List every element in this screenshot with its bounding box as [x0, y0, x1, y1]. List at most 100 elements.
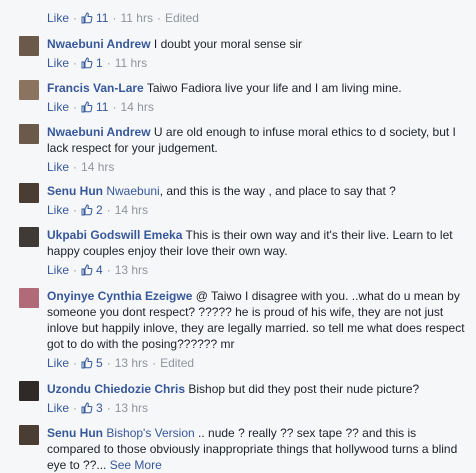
avatar-image: [19, 124, 39, 144]
comment-body: Nwaebuni Andrew I doubt your moral sense…: [47, 36, 467, 52]
avatar-image: [19, 183, 39, 203]
separator-dot: ·: [106, 401, 111, 415]
comment-actions-top: Like · 11 · 11 hrs · Edited: [47, 11, 199, 25]
comment-text: , and this is the way , and place to say…: [159, 184, 396, 198]
timestamp[interactable]: 11 hrs: [120, 11, 152, 25]
comment: Nwaebuni Andrew I doubt your moral sense…: [19, 36, 467, 70]
author-name[interactable]: Ukpabi Godswill Emeka: [47, 228, 182, 242]
separator-dot: ·: [73, 356, 78, 370]
thumbs-up-icon: [81, 204, 93, 216]
avatar-image: [19, 381, 39, 401]
separator-dot: ·: [73, 56, 78, 70]
avatar[interactable]: [19, 425, 39, 445]
like-count[interactable]: 3: [96, 401, 103, 415]
comment-body: Onyinye Cynthia Ezeigwe @ Taiwo I disagr…: [47, 288, 467, 352]
comment: Senu Hun Bishop's Version .. nude ? real…: [19, 425, 467, 473]
comment: Uzondu Chiedozie Chris Bishop but did th…: [19, 381, 467, 415]
mention-link[interactable]: Nwaebuni: [106, 184, 159, 198]
author-name[interactable]: Nwaebuni Andrew: [47, 37, 151, 51]
separator-dot: ·: [106, 263, 111, 277]
comment-actions: Like · 2 · 14 hrs: [47, 203, 467, 217]
timestamp[interactable]: 14 hrs: [81, 160, 114, 174]
separator-dot: ·: [73, 401, 78, 415]
avatar-image: [19, 36, 39, 56]
timestamp[interactable]: 14 hrs: [120, 100, 153, 114]
avatar[interactable]: [19, 227, 39, 247]
author-name[interactable]: Nwaebuni Andrew: [47, 125, 151, 139]
author-name[interactable]: Senu Hun: [47, 426, 103, 440]
comment: Nwaebuni Andrew U are old enough to infu…: [19, 124, 467, 174]
thumbs-up-icon: [81, 402, 93, 414]
like-link[interactable]: Like: [47, 356, 69, 370]
like-count[interactable]: 4: [96, 263, 103, 277]
timestamp[interactable]: 13 hrs: [115, 356, 148, 370]
thumbs-up-icon: [81, 12, 93, 24]
author-name[interactable]: Senu Hun: [47, 184, 103, 198]
comment-body: Francis Van-Lare Taiwo Fadiora live your…: [47, 80, 467, 96]
like-count[interactable]: 1: [96, 56, 103, 70]
like-link[interactable]: Like: [47, 401, 69, 415]
timestamp[interactable]: 13 hrs: [115, 263, 148, 277]
separator-dot: ·: [112, 100, 117, 114]
like-count[interactable]: 2: [96, 203, 103, 217]
edited-label[interactable]: Edited: [160, 356, 194, 370]
separator-dot: ·: [73, 11, 78, 25]
comment: Onyinye Cynthia Ezeigwe @ Taiwo I disagr…: [19, 288, 467, 370]
avatar[interactable]: [19, 288, 39, 308]
comment: Francis Van-Lare Taiwo Fadiora live your…: [19, 80, 467, 114]
like-count[interactable]: 11: [96, 100, 108, 114]
comment-actions: Like · 5 · 13 hrs · Edited: [47, 356, 467, 370]
see-more-link[interactable]: See More: [110, 458, 162, 472]
avatar[interactable]: [19, 124, 39, 144]
mention-link[interactable]: Bishop's Version: [106, 426, 194, 440]
author-name[interactable]: Onyinye Cynthia Ezeigwe: [47, 289, 192, 303]
like-link[interactable]: Like: [47, 56, 69, 70]
avatar[interactable]: [19, 80, 39, 100]
separator-dot: ·: [73, 160, 78, 174]
separator-dot: ·: [73, 263, 78, 277]
comment-text: Bishop but did they post their nude pict…: [188, 382, 420, 396]
thumbs-up-icon: [81, 57, 93, 69]
comment: Ukpabi Godswill Emeka This is their own …: [19, 227, 467, 277]
author-name[interactable]: Francis Van-Lare: [47, 81, 144, 95]
comment-body: Nwaebuni Andrew U are old enough to infu…: [47, 124, 467, 156]
timestamp[interactable]: 14 hrs: [115, 203, 148, 217]
separator-dot: ·: [152, 356, 157, 370]
comment-actions: Like · 1 · 11 hrs: [47, 56, 467, 70]
timestamp[interactable]: 13 hrs: [115, 401, 148, 415]
author-name[interactable]: Uzondu Chiedozie Chris: [47, 382, 185, 396]
avatar-image: [19, 227, 39, 247]
avatar[interactable]: [19, 183, 39, 203]
avatar[interactable]: [19, 36, 39, 56]
thumbs-up-icon: [81, 357, 93, 369]
timestamp[interactable]: 11 hrs: [115, 56, 147, 70]
comment-actions: Like · 4 · 13 hrs: [47, 263, 467, 277]
separator-dot: ·: [106, 356, 111, 370]
avatar[interactable]: [19, 381, 39, 401]
like-link[interactable]: Like: [47, 203, 69, 217]
avatar-image: [19, 288, 39, 308]
comment-actions: Like · 3 · 13 hrs: [47, 401, 467, 415]
comment-body: Uzondu Chiedozie Chris Bishop but did th…: [47, 381, 467, 397]
like-link[interactable]: Like: [47, 160, 69, 174]
avatar-image: [19, 80, 39, 100]
separator-dot: ·: [156, 11, 161, 25]
comment-text: Taiwo Fadiora live your life and I am li…: [146, 81, 402, 95]
thumbs-up-icon: [81, 264, 93, 276]
comment-actions: Like · 14 hrs: [47, 160, 467, 174]
thumbs-up-icon: [81, 101, 93, 113]
like-link[interactable]: Like: [47, 11, 69, 25]
comment-body: Senu Hun Nwaebuni, and this is the way ,…: [47, 183, 467, 199]
separator-dot: ·: [73, 100, 78, 114]
edited-label[interactable]: Edited: [165, 11, 199, 25]
comment-body: Ukpabi Godswill Emeka This is their own …: [47, 227, 467, 259]
like-link[interactable]: Like: [47, 263, 69, 277]
like-link[interactable]: Like: [47, 100, 69, 114]
separator-dot: ·: [73, 203, 78, 217]
like-count[interactable]: 11: [96, 11, 108, 25]
comment-text: I doubt your moral sense sir: [153, 37, 302, 51]
comment: Senu Hun Nwaebuni, and this is the way ,…: [19, 183, 467, 217]
avatar-image: [19, 425, 39, 445]
like-count[interactable]: 5: [96, 356, 103, 370]
separator-dot: ·: [112, 11, 117, 25]
